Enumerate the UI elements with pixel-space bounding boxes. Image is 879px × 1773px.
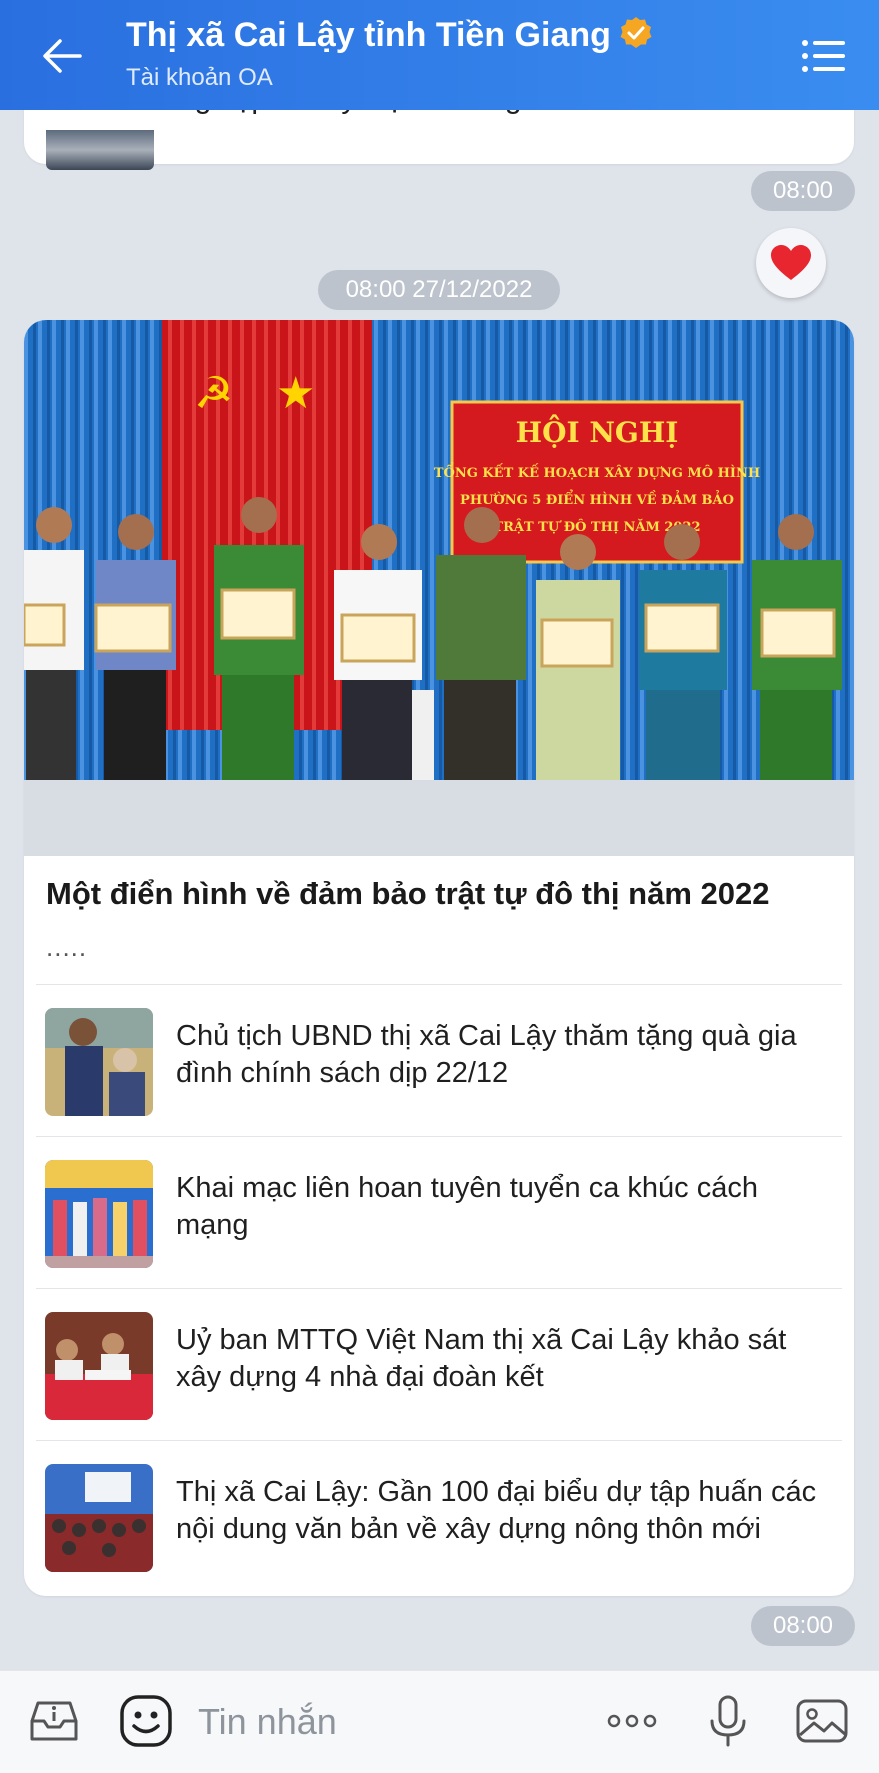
reaction-button[interactable]	[756, 228, 826, 298]
more-options-icon[interactable]	[604, 1693, 660, 1749]
svg-text:★: ★	[276, 368, 315, 419]
svg-text:☭: ☭	[194, 368, 233, 419]
article-hero-image[interactable]: ☭ ★ HỘI NGHỊ TỔNG KẾT KẾ HOẠCH XÂY DỰNG …	[24, 320, 854, 856]
message-time: 08:00	[751, 171, 855, 211]
microphone-icon[interactable]	[700, 1693, 756, 1749]
article-snippet: .....	[46, 932, 88, 962]
message-input[interactable]	[196, 1693, 580, 1751]
article-card: ☭ ★ HỘI NGHỊ TỔNG KẾT KẾ HOẠCH XÂY DỰNG …	[24, 320, 854, 1596]
news-list-item[interactable]: Thị xã Cai Lậy: Gần 100 đại biểu dự tập …	[24, 1440, 854, 1592]
account-name: Thị xã Cai Lậy tỉnh Tiền Giang	[126, 16, 611, 54]
verified-badge-icon	[620, 17, 652, 48]
article-title[interactable]: Một điển hình về đảm bảo trật tự đô thị …	[46, 876, 836, 912]
news-list-item[interactable]: Chủ tịch UBND thị xã Cai Lậy thăm tặng q…	[24, 984, 854, 1136]
inbox-info-icon[interactable]	[26, 1693, 82, 1749]
date-separator: 08:00 27/12/2022	[318, 270, 560, 310]
news-thumbnail	[45, 1160, 153, 1268]
message-time: 08:00	[751, 1606, 855, 1646]
news-list-item[interactable]: Uỷ ban MTTQ Việt Nam thị xã Cai Lậy khảo…	[24, 1288, 854, 1440]
image-gallery-icon[interactable]	[794, 1693, 850, 1749]
news-title: Chủ tịch UBND thị xã Cai Lậy thăm tặng q…	[176, 1020, 797, 1089]
banner-heading: HỘI NGHỊ	[516, 414, 679, 449]
news-title: Thị xã Cai Lậy: Gần 100 đại biểu dự tập …	[176, 1476, 817, 1545]
news-list-item[interactable]: Khai mạc liên hoan tuyên tuyển ca khúc c…	[24, 1136, 854, 1288]
news-thumbnail	[45, 1312, 153, 1420]
message-composer	[0, 1670, 879, 1773]
menu-list-icon[interactable]	[801, 38, 847, 74]
account-type-label: Tài khoản OA	[126, 64, 273, 91]
page-title[interactable]: Thị xã Cai Lậy tỉnh Tiền Giang	[126, 16, 653, 55]
news-title: Uỷ ban MTTQ Việt Nam thị xã Cai Lậy khảo…	[176, 1324, 787, 1393]
news-title: Khai mạc liên hoan tuyên tuyển ca khúc c…	[176, 1172, 758, 1241]
back-arrow-icon[interactable]	[40, 34, 84, 78]
news-thumbnail	[45, 1008, 153, 1116]
app-header: Thị xã Cai Lậy tỉnh Tiền Giang Tài khoản…	[0, 0, 879, 110]
sticker-smiley-icon[interactable]	[118, 1693, 174, 1749]
previous-article-thumbnail	[46, 130, 154, 170]
news-thumbnail	[45, 1464, 153, 1572]
heart-icon	[771, 245, 811, 280]
